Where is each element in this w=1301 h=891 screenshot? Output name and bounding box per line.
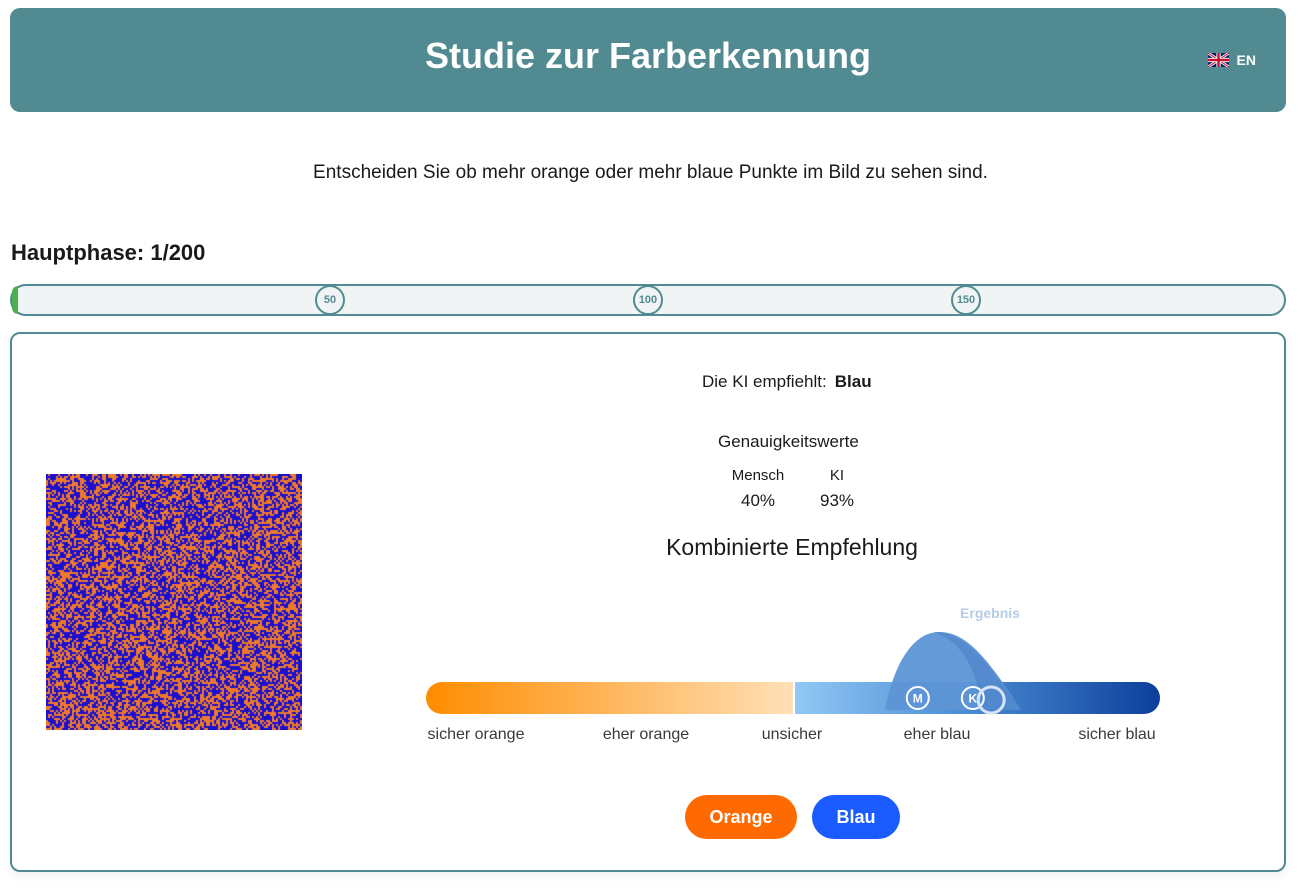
uk-flag-icon (1207, 53, 1229, 67)
combined-recommendation-title: Kombinierte Empfehlung (666, 534, 918, 560)
ai-recommendation-label: Die KI empfiehlt: (702, 372, 827, 391)
milestone-150: 150 (951, 285, 981, 315)
language-label: EN (1236, 52, 1256, 68)
ai-recommendation: Die KI empfiehlt: Blau (702, 372, 872, 392)
dot-stimulus-image (46, 474, 302, 730)
orange-button[interactable]: Orange (685, 795, 797, 839)
language-switch[interactable]: EN (1207, 52, 1256, 68)
accuracy-human-value: 40% (740, 491, 776, 510)
blue-button[interactable]: Blau (812, 795, 900, 839)
confidence-scale: Ergebnis M K sicher orange eher orange u… (424, 602, 1164, 752)
scale-label-rather-orange: eher orange (602, 726, 690, 743)
scale-label-unsure: unsicher (761, 726, 823, 743)
phase-counter: Hauptphase: 1/200 (11, 240, 206, 265)
result-label: Ergebnis (960, 605, 1020, 621)
accuracy-ai-value: 93% (819, 491, 855, 510)
header-bar: Studie zur Farberkennung EN (10, 8, 1286, 112)
accuracy-human-label: Mensch (731, 467, 785, 484)
scale-orange-half (426, 682, 794, 714)
accuracy-title: Genauigkeitswerte (718, 432, 859, 451)
accuracy-ai: KI 93% (812, 466, 862, 514)
scale-label-rather-blue: eher blau (903, 726, 971, 743)
scale-label-sure-blue: sicher blau (1078, 726, 1156, 743)
ai-marker-label: K (968, 692, 977, 706)
milestone-50: 50 (315, 285, 345, 315)
milestone-100: 100 (633, 285, 663, 315)
scale-bar (426, 682, 1160, 714)
progress-bar: 50 100 150 (10, 284, 1286, 316)
instruction-text: Entscheiden Sie ob mehr orange oder mehr… (313, 162, 988, 183)
accuracy-human: Mensch 40% (724, 466, 792, 514)
progress-fill (12, 286, 19, 314)
result-distribution (885, 632, 1021, 710)
ai-recommendation-value: Blau (834, 372, 872, 391)
page-title: Studie zur Farberkennung (424, 35, 872, 76)
human-marker-label: M (913, 692, 923, 706)
accuracy-ai-label: KI (829, 467, 845, 484)
scale-label-sure-orange: sicher orange (427, 726, 525, 743)
scale-center-divider (793, 682, 795, 714)
confidence-scale-graphic: Ergebnis M K (426, 605, 1160, 715)
trial-card: Die KI empfiehlt: Blau Genauigkeitswerte… (10, 332, 1286, 872)
